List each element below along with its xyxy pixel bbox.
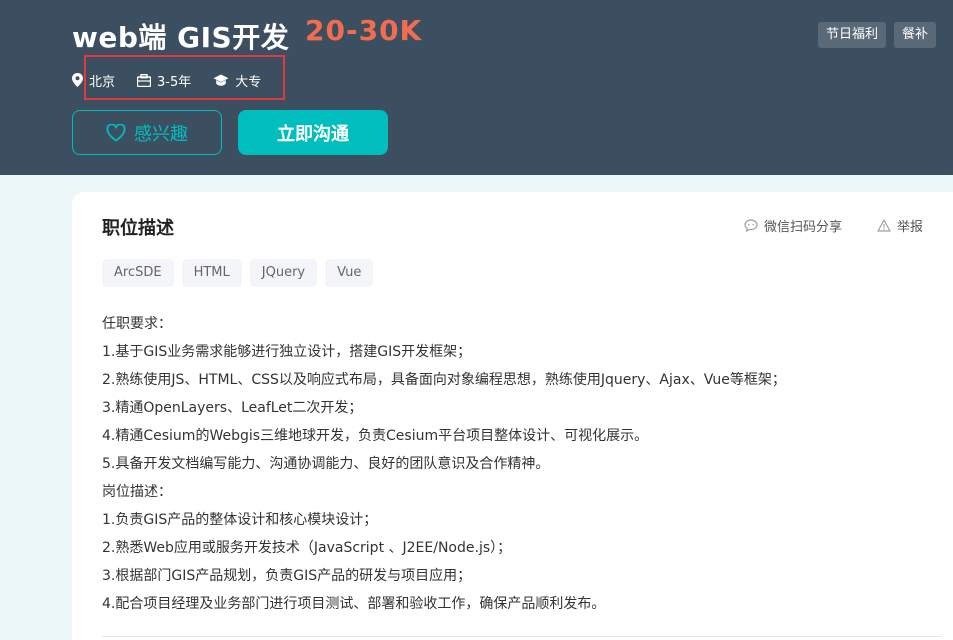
divider (102, 636, 942, 637)
graduation-cap-icon (213, 74, 229, 86)
description-line: 2.熟悉Web应用或服务开发技术（JavaScript 、J2EE/Node.j… (102, 540, 512, 556)
skill-tag: JQuery (249, 259, 318, 287)
requirements-heading: 任职要求： (102, 316, 172, 332)
heart-icon (106, 123, 126, 141)
meta-experience: 3-5年 (137, 71, 191, 90)
benefit-tag: 节日福利 (818, 22, 887, 48)
chat-bubble-icon (744, 219, 758, 232)
job-description-text: 任职要求： 1.基于GIS业务需求能够进行独立设计，搭建GIS开发框架； 2.熟… (102, 310, 942, 618)
description-line: 2.熟练使用JS、HTML、CSS以及响应式布局，具备面向对象编程思想，熟练使用… (102, 372, 786, 388)
salary: 20-30K (305, 14, 423, 47)
report-link[interactable]: 举报 (877, 216, 923, 235)
meta-location: 北京 (72, 71, 115, 90)
benefit-tags: 节日福利 餐补 (818, 22, 937, 48)
description-line: 4.精通Cesium的Webgis三维地球开发，负责Cesium平台项目整体设计… (102, 428, 649, 444)
skill-tag: HTML (181, 259, 242, 287)
section-title: 职位描述 (102, 218, 174, 239)
interest-button[interactable]: 感兴趣 (72, 110, 222, 155)
job-header: web端 GIS开发 20-30K 节日福利 餐补 北京 3-5年 大专 感兴趣… (0, 0, 953, 175)
job-description-card: 职位描述 微信扫码分享 举报 ArcSDE HTML JQuery Vue 任职… (72, 192, 953, 640)
interest-label: 感兴趣 (134, 123, 188, 145)
description-line: 4.配合项目经理及业务部门进行项目测试、部署和验收工作，确保产品顺利发布。 (102, 596, 606, 612)
wechat-share-link[interactable]: 微信扫码分享 (744, 216, 842, 235)
duties-heading: 岗位描述： (102, 484, 172, 500)
description-line: 3.根据部门GIS产品规划，负责GIS产品的研发与项目应用； (102, 568, 472, 584)
job-title: web端 GIS开发 (72, 21, 290, 54)
job-meta: 北京 3-5年 大专 (72, 68, 283, 92)
description-line: 1.负责GIS产品的整体设计和核心模块设计； (102, 512, 378, 528)
location-text: 北京 (89, 74, 116, 90)
share-label: 微信扫码分享 (764, 220, 843, 235)
description-line: 5.具备开发文档编写能力、沟通协调能力、良好的团队意识及合作精神。 (102, 456, 550, 472)
chat-now-button[interactable]: 立即沟通 (238, 110, 388, 155)
description-line: 1.基于GIS业务需求能够进行独立设计，搭建GIS开发框架； (102, 344, 472, 360)
warning-icon (877, 219, 891, 232)
benefit-tag: 餐补 (894, 22, 937, 48)
education-text: 大专 (235, 74, 262, 90)
report-label: 举报 (897, 220, 924, 235)
briefcase-icon (137, 73, 152, 87)
experience-text: 3-5年 (157, 74, 192, 90)
skill-tag: ArcSDE (102, 259, 174, 287)
skill-tags: ArcSDE HTML JQuery Vue (102, 259, 374, 287)
meta-education: 大专 (213, 71, 261, 90)
location-pin-icon (72, 73, 83, 87)
skill-tag: Vue (325, 259, 374, 287)
description-line: 3.精通OpenLayers、LeafLet二次开发； (102, 400, 363, 416)
